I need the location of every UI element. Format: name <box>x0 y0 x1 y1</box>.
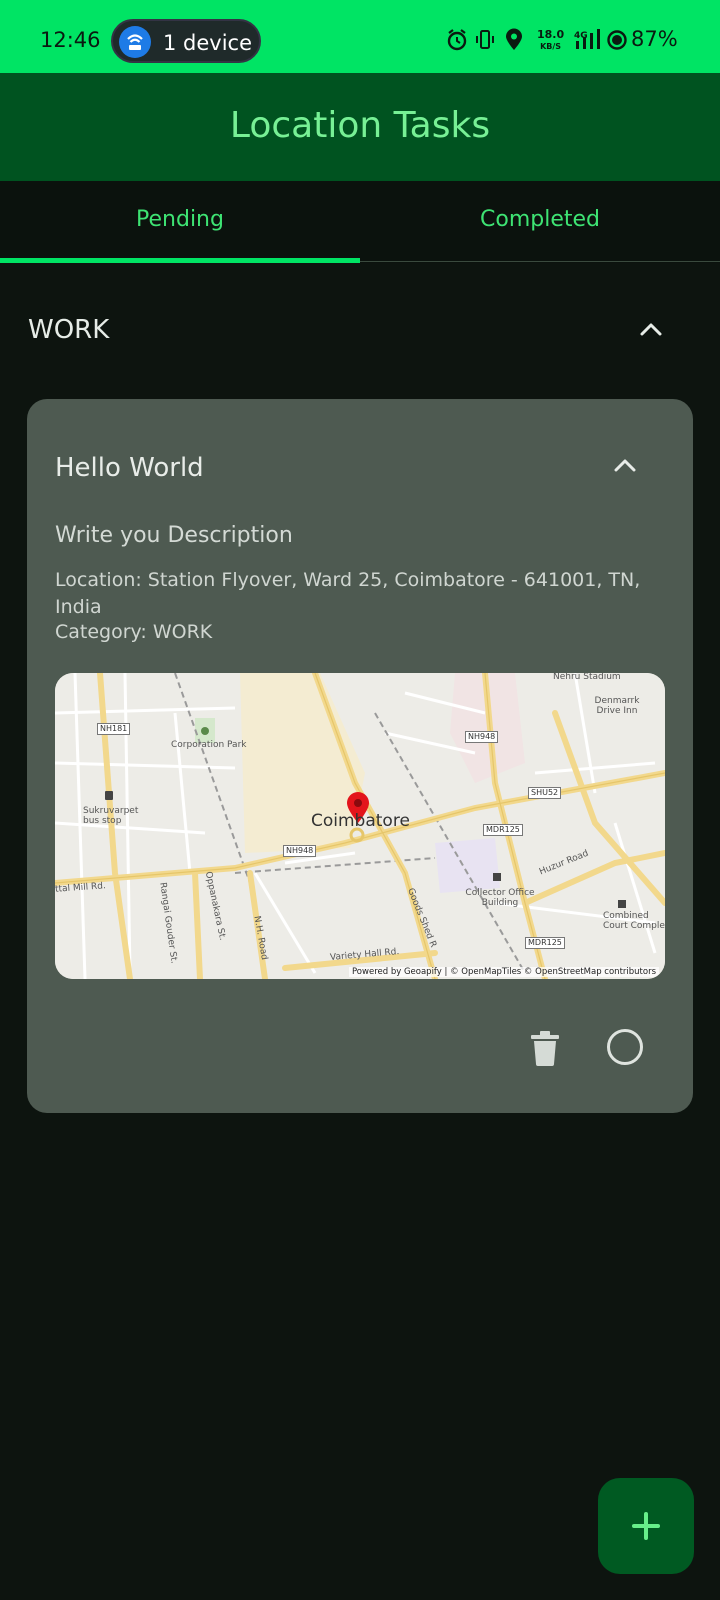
add-task-button[interactable] <box>598 1478 694 1574</box>
status-time: 12:46 <box>40 28 101 52</box>
tab-pending-label: Pending <box>136 207 224 232</box>
alarm-icon <box>447 29 467 51</box>
signal-icon: 4G <box>574 29 600 49</box>
map-attribution: Powered by Geoapify | © OpenMapTiles © O… <box>348 967 659 977</box>
map-city-label: Coimbatore <box>311 811 410 831</box>
tab-divider <box>360 261 720 262</box>
page-title: Location Tasks <box>229 105 491 146</box>
road-shield: MDR125 <box>483 824 523 836</box>
plus-icon <box>632 1512 660 1540</box>
category-section-header[interactable]: WORK <box>0 295 720 365</box>
category-title: WORK <box>28 315 110 345</box>
tab-completed-label: Completed <box>480 207 600 232</box>
map-label-corporation-park: Corporation Park <box>171 740 247 750</box>
tab-completed[interactable]: Completed <box>360 181 720 263</box>
mark-complete-button[interactable] <box>607 1029 643 1065</box>
task-card[interactable]: Hello World Write you Description Locati… <box>27 399 693 1113</box>
road-shield: NH948 <box>283 845 317 857</box>
task-description: Write you Description <box>55 523 293 548</box>
battery-icon <box>607 30 627 50</box>
map-label-nehru: Nehru Stadium <box>553 673 621 682</box>
map-label-denmarrk: Denmarrk Drive Inn <box>594 696 640 716</box>
location-map[interactable]: Coimbatore Nehru Stadium Denmarrk Drive … <box>55 673 665 979</box>
location-icon <box>506 28 522 50</box>
status-bar: 12:46 1 device 18.0 KB/S 4G 87% <box>0 0 720 73</box>
road-shield: NH181 <box>97 723 131 735</box>
trash-icon[interactable] <box>528 1029 562 1067</box>
task-location: Location: Station Flyover, Ward 25, Coim… <box>55 569 641 618</box>
task-category: Category: WORK <box>55 621 213 643</box>
app-bar: Location Tasks <box>0 73 720 181</box>
battery-percent: 87% <box>631 27 678 51</box>
map-label-collector: Collector Office Building <box>465 888 535 908</box>
task-title: Hello World <box>55 453 204 483</box>
device-count-label: 1 device <box>163 31 253 55</box>
tab-pending[interactable]: Pending <box>0 181 360 263</box>
road-shield: MDR125 <box>525 937 565 949</box>
map-label-sukruvarpet: Sukruvarpet bus stop <box>83 806 139 826</box>
chevron-up-icon[interactable] <box>610 451 640 481</box>
road-shield: NH948 <box>465 731 499 743</box>
connected-devices-pill[interactable]: 1 device <box>111 19 261 63</box>
vibrate-icon <box>476 30 494 49</box>
chevron-up-icon[interactable] <box>636 315 666 345</box>
road-shield: SHU52 <box>528 787 562 799</box>
map-label-combined: Combined Court Complex <box>603 911 665 931</box>
tab-bar: Pending Completed <box>0 181 720 263</box>
tab-indicator <box>0 258 360 263</box>
hotspot-icon <box>119 26 151 58</box>
net-speed: 18.0 KB/S <box>537 28 565 51</box>
